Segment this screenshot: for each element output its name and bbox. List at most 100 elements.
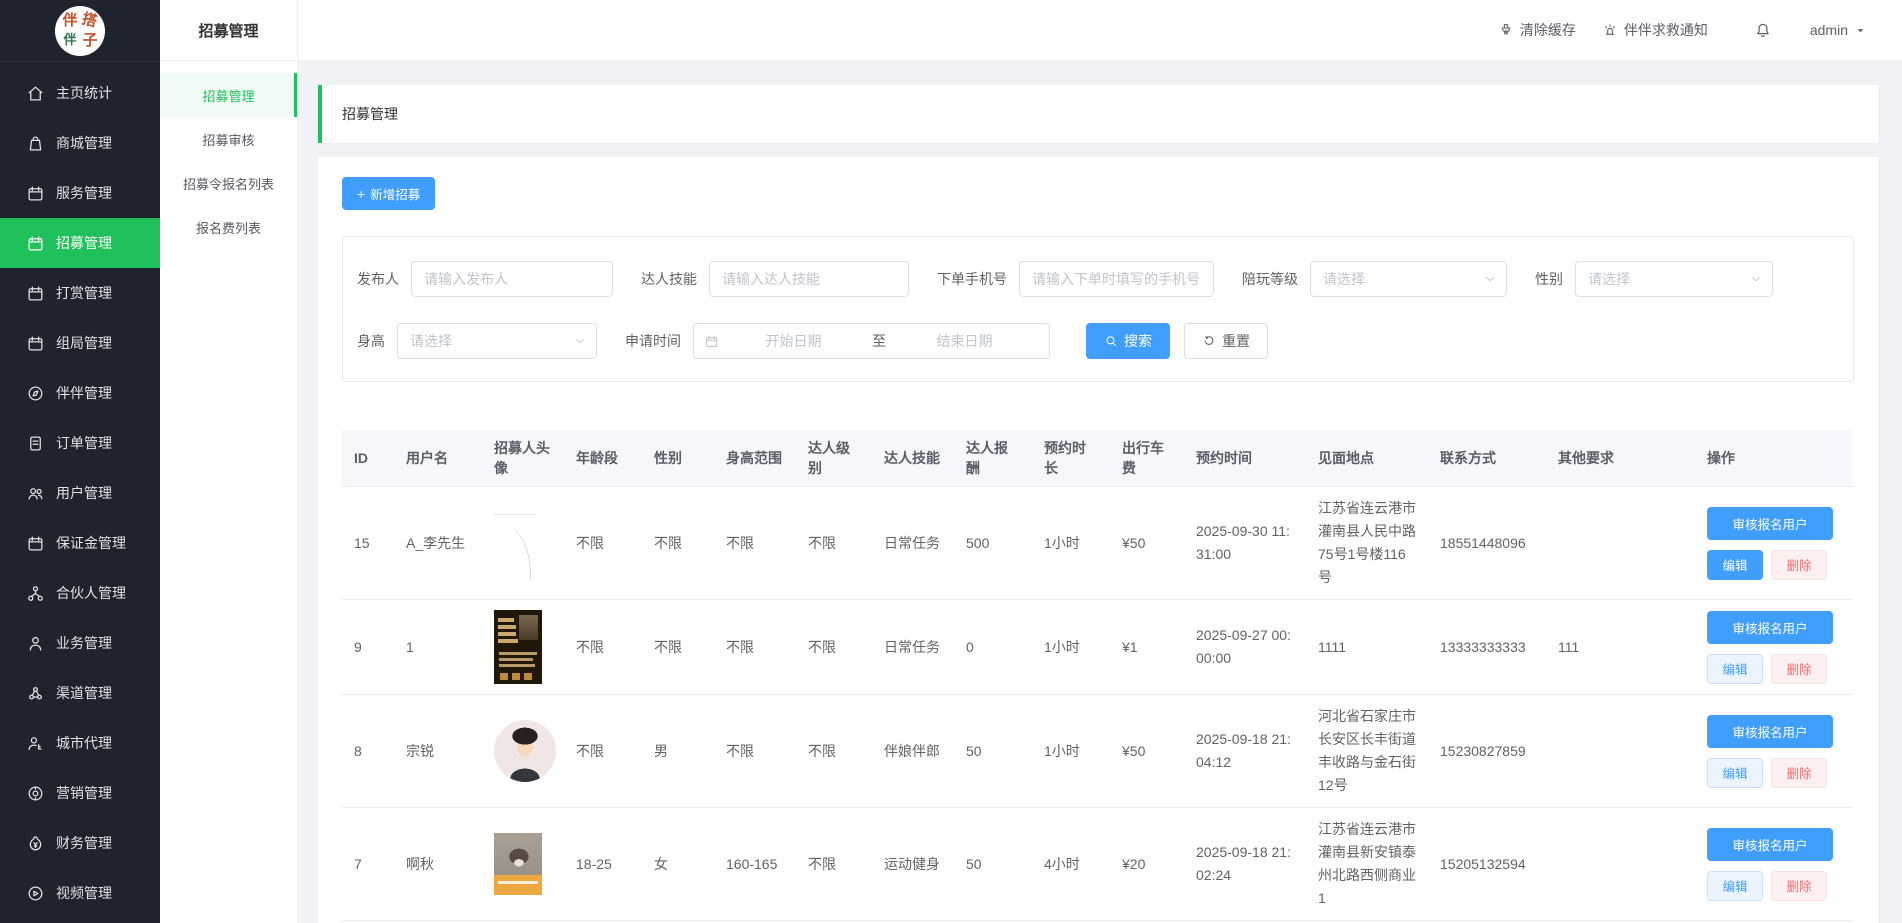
- cell-level: 不限: [796, 808, 872, 921]
- cell-duration: 4小时: [1032, 808, 1110, 921]
- logo-char: 伴: [63, 34, 76, 47]
- sidebar-item[interactable]: 服务管理: [0, 168, 160, 218]
- height-select[interactable]: 请选择: [397, 323, 597, 359]
- row-ops: 编辑 删除: [1707, 871, 1840, 901]
- reset-button[interactable]: 重置: [1184, 323, 1268, 359]
- review-applicants-button[interactable]: 审核报名用户: [1707, 507, 1833, 540]
- sidebar-item[interactable]: 渠道管理: [0, 668, 160, 718]
- cell-level: 不限: [796, 600, 872, 695]
- col-header-time: 预约时间: [1184, 430, 1306, 487]
- submenu-item-label: 招募令报名列表: [183, 174, 274, 193]
- edit-button[interactable]: 编辑: [1707, 871, 1763, 901]
- gender-select[interactable]: 请选择: [1575, 261, 1773, 297]
- cell-skill: 运动健身: [872, 808, 954, 921]
- submenu-item-label: 报名费列表: [196, 218, 261, 237]
- clear-cache-button[interactable]: 清除缓存: [1498, 20, 1576, 40]
- sidebar-item-icon: [26, 284, 45, 303]
- level-select[interactable]: 请选择: [1310, 261, 1507, 297]
- sidebar-item-label: 财务管理: [56, 833, 112, 853]
- topbar: 清除缓存 伴伴求救通知 admin: [298, 0, 1902, 61]
- sidebar-item[interactable]: 视频管理: [0, 868, 160, 918]
- sidebar-item[interactable]: 招募管理: [0, 218, 160, 268]
- sidebar-item[interactable]: 商城管理: [0, 118, 160, 168]
- sidebar-item-label: 合伙人管理: [56, 583, 126, 603]
- sos-notice-label: 伴伴求救通知: [1624, 20, 1708, 40]
- review-applicants-button[interactable]: 审核报名用户: [1707, 611, 1833, 644]
- add-recruit-button[interactable]: + 新增招募: [342, 177, 435, 210]
- cell-gender: 不限: [642, 487, 714, 600]
- submenu-item[interactable]: 招募管理: [160, 73, 297, 117]
- submenu-item[interactable]: 招募审核: [160, 117, 297, 161]
- sidebar-item[interactable]: 打赏管理: [0, 268, 160, 318]
- user-menu[interactable]: admin: [1810, 22, 1866, 38]
- username-label: admin: [1810, 22, 1848, 38]
- phone-input[interactable]: [1019, 261, 1214, 297]
- sidebar-item[interactable]: 营销管理: [0, 768, 160, 818]
- cell-time: 2025-09-18 21:04:12: [1184, 695, 1306, 808]
- filter-publisher: 发布人: [357, 261, 613, 297]
- cell-gender: 男: [642, 695, 714, 808]
- cell-age: 不限: [564, 695, 642, 808]
- notifications-button[interactable]: [1754, 21, 1772, 39]
- edit-button[interactable]: 编辑: [1707, 654, 1763, 684]
- delete-button[interactable]: 删除: [1771, 871, 1827, 901]
- cell-contact: 15205132594: [1428, 808, 1546, 921]
- review-applicants-button[interactable]: 审核报名用户: [1707, 715, 1833, 748]
- search-button[interactable]: 搜索: [1086, 323, 1170, 359]
- submenu-item[interactable]: 报名费列表: [160, 205, 297, 249]
- sidebar-item-icon: [26, 634, 45, 653]
- sidebar-item-label: 业务管理: [56, 633, 112, 653]
- cell-avatar: [482, 600, 564, 695]
- bell-icon: [1754, 21, 1772, 39]
- cell-duration: 1小时: [1032, 695, 1110, 808]
- delete-button[interactable]: 删除: [1771, 654, 1827, 684]
- cell-duration: 1小时: [1032, 600, 1110, 695]
- sidebar-item[interactable]: 用户管理: [0, 468, 160, 518]
- sidebar-item-icon: [26, 84, 45, 103]
- skill-input[interactable]: [709, 261, 909, 297]
- table-header-row: ID 用户名 招募人头像 年龄段 性别 身高范围 达人级别 达人技能 达人报酬 …: [342, 430, 1852, 487]
- calendar-icon: [704, 334, 719, 349]
- sos-notice-button[interactable]: 伴伴求救通知: [1602, 20, 1708, 40]
- filter-level: 陪玩等级 请选择: [1242, 261, 1507, 297]
- sidebar-item-icon: [26, 684, 45, 703]
- sidebar-item-icon: [26, 884, 45, 903]
- end-date-placeholder[interactable]: 结束日期: [890, 331, 1039, 351]
- publisher-input[interactable]: [411, 261, 613, 297]
- plus-icon: +: [357, 187, 365, 201]
- siren-icon: [1602, 22, 1618, 38]
- sidebar-item[interactable]: 订单管理: [0, 418, 160, 468]
- logo-char: 子: [82, 33, 97, 48]
- reset-button-label: 重置: [1222, 331, 1250, 351]
- sidebar-item-label: 打赏管理: [56, 283, 112, 303]
- edit-button[interactable]: 编辑: [1707, 758, 1763, 788]
- brand-logo: 伴 搭 伴 子: [55, 6, 105, 56]
- sidebar-item-label: 招募管理: [56, 233, 112, 253]
- date-range-picker[interactable]: 开始日期 至 结束日期: [693, 323, 1050, 359]
- cell-time: 2025-09-30 11:31:00: [1184, 487, 1306, 600]
- refresh-icon: [1202, 334, 1216, 348]
- submenu-sidebar: 招募管理 招募管理 招募审核 招募令报名列表 报名费列表: [160, 0, 298, 923]
- sidebar-item-label: 主页统计: [56, 83, 112, 103]
- submenu-item[interactable]: 招募令报名列表: [160, 161, 297, 205]
- edit-button[interactable]: 编辑: [1707, 550, 1763, 580]
- sidebar-item-icon: [26, 784, 45, 803]
- delete-button[interactable]: 删除: [1771, 550, 1827, 580]
- level-label: 陪玩等级: [1242, 269, 1298, 289]
- cell-other: [1546, 487, 1695, 600]
- sidebar-item[interactable]: 业务管理: [0, 618, 160, 668]
- row-ops: 编辑 删除: [1707, 550, 1840, 580]
- page-title: 招募管理: [342, 104, 398, 124]
- col-header-id: ID: [342, 430, 394, 487]
- sidebar-item[interactable]: 合伙人管理: [0, 568, 160, 618]
- sidebar-item[interactable]: 财务管理: [0, 818, 160, 868]
- sidebar-item[interactable]: 伴伴管理: [0, 368, 160, 418]
- sidebar-item[interactable]: 主页统计: [0, 68, 160, 118]
- delete-button[interactable]: 删除: [1771, 758, 1827, 788]
- sidebar-item[interactable]: 保证金管理: [0, 518, 160, 568]
- start-date-placeholder[interactable]: 开始日期: [719, 331, 868, 351]
- review-applicants-button[interactable]: 审核报名用户: [1707, 828, 1833, 861]
- sidebar-item[interactable]: 城市代理: [0, 718, 160, 768]
- phone-label: 下单手机号: [937, 269, 1007, 289]
- sidebar-item[interactable]: 组局管理: [0, 318, 160, 368]
